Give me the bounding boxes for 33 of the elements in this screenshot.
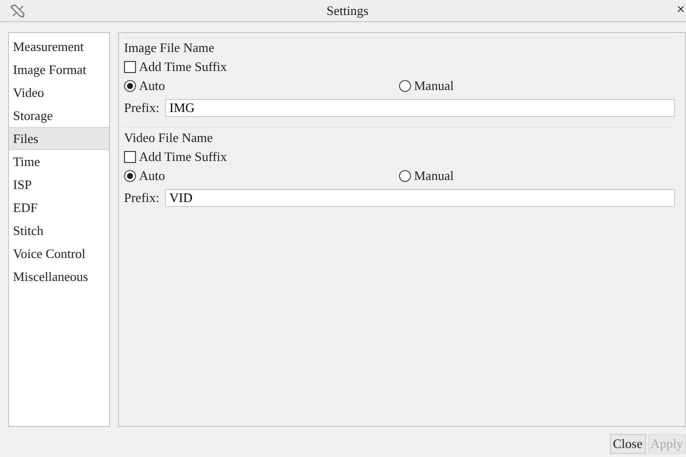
radio-button[interactable]: [399, 170, 411, 182]
checkbox-label: Add Time Suffix: [139, 58, 227, 74]
radio-button[interactable]: [124, 80, 136, 92]
checkbox-label: Add Time Suffix: [139, 148, 227, 164]
sidebar-item[interactable]: Voice Control: [9, 242, 109, 265]
prefix-label: Prefix:: [124, 100, 160, 116]
sidebar-item[interactable]: Measurement: [9, 35, 109, 58]
radio-label: Auto: [139, 78, 165, 94]
sidebar-item[interactable]: Storage: [9, 104, 109, 127]
radio-button[interactable]: [399, 80, 411, 92]
sidebar-item[interactable]: Stitch: [9, 219, 109, 242]
sidebar-item[interactable]: EDF: [9, 196, 109, 219]
radio-label: Auto: [139, 168, 165, 184]
radio-label: Manual: [414, 78, 454, 94]
sidebar-item[interactable]: Video: [9, 81, 109, 104]
prefix-label: Prefix:: [124, 190, 160, 206]
sidebar-item[interactable]: Time: [9, 150, 109, 173]
checkbox[interactable]: [124, 150, 136, 162]
group-title: Image File Name: [124, 39, 216, 57]
sidebar-item[interactable]: Image Format: [9, 58, 109, 81]
tools-icon: [10, 2, 26, 18]
window-title: Settings: [326, 2, 368, 18]
prefix-input-field[interactable]: VID: [165, 189, 675, 207]
dialog-button[interactable]: Close: [610, 434, 646, 454]
group-title: Video File Name: [124, 129, 214, 147]
radio-label: Manual: [414, 168, 454, 184]
radio-button[interactable]: [124, 170, 136, 182]
sidebar-item[interactable]: Files: [9, 127, 109, 150]
prefix-input-field[interactable]: IMG: [165, 99, 675, 117]
close-button[interactable]: ×: [676, 3, 685, 18]
checkbox[interactable]: [124, 60, 136, 72]
sidebar-item[interactable]: ISP: [9, 173, 109, 196]
sidebar-item[interactable]: Miscellaneous: [9, 265, 109, 288]
